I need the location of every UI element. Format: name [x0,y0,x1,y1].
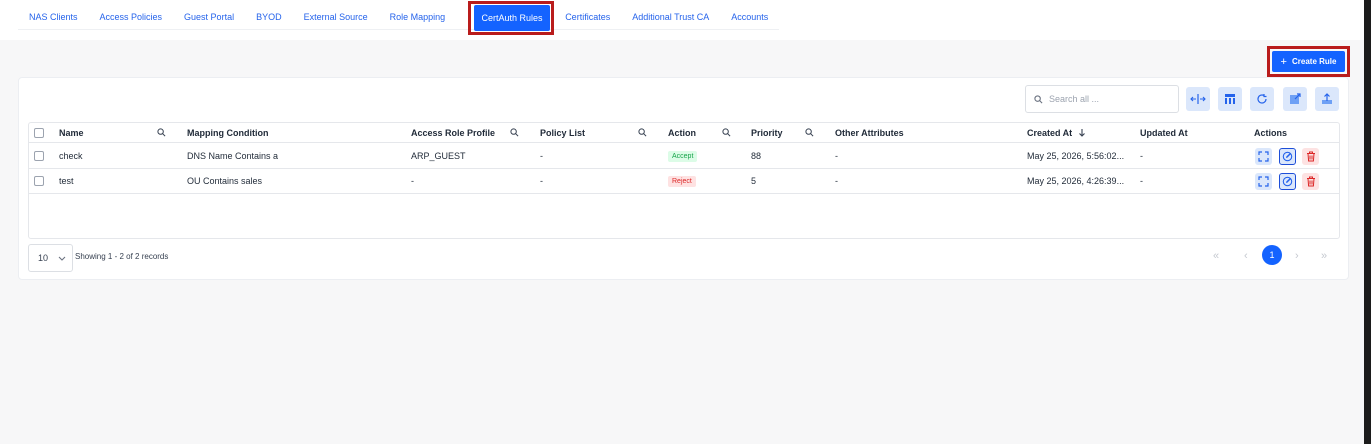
col-other-attributes[interactable]: Other Attributes [835,123,904,142]
action-badge: Reject [668,175,696,187]
col-mapping-condition[interactable]: Mapping Condition [187,123,268,142]
trash-icon [1306,151,1315,162]
cell-priority: 5 [751,176,757,186]
edit-icon [1282,151,1293,162]
cell-name: check [59,151,83,161]
search-placeholder: Search all ... [1049,94,1100,104]
first-page-icon[interactable]: « [1213,250,1219,262]
edit-button[interactable] [1279,148,1296,165]
select-all-checkbox[interactable] [34,127,44,138]
edit-button[interactable] [1279,173,1296,190]
table-row: check DNS Name Contains a ARP_GUEST - Ac… [29,144,1339,169]
cell-policy-list: - [540,176,543,186]
export-icon [1290,93,1301,104]
refresh-button[interactable] [1250,87,1274,111]
col-updated-at[interactable]: Updated At [1140,123,1188,142]
upload-icon [1322,93,1332,104]
table-row: test OU Contains sales - - Reject 5 - Ma… [29,169,1339,194]
cell-name: test [59,176,74,186]
tab-certificates[interactable]: Certificates [554,0,621,30]
next-page-icon[interactable]: › [1295,250,1299,262]
cell-policy-list: - [540,151,543,161]
col-actions: Actions [1254,127,1288,138]
tab-nas-clients[interactable]: NAS Clients [18,0,89,30]
view-button[interactable] [1255,148,1272,165]
expand-icon [1258,176,1269,187]
row-checkbox[interactable] [34,176,44,186]
role-profile-filter-icon[interactable] [510,128,519,137]
col-action[interactable]: Action [668,123,696,142]
name-filter-icon[interactable] [157,128,166,137]
cell-condition: OU Contains sales [187,176,263,186]
tab-role-mapping[interactable]: Role Mapping [379,0,457,30]
tab-additional-trust-ca[interactable]: Additional Trust CA [621,0,720,30]
window-edge [1364,0,1371,444]
search-input[interactable]: Search all ... [1025,85,1179,113]
rules-table: Name Mapping Condition Access Role Profi… [28,122,1340,239]
create-rule-button[interactable]: + Create Rule [1272,51,1345,72]
expand-icon [1258,151,1269,162]
delete-button[interactable] [1302,148,1319,165]
create-rule-label: Create Rule [1291,57,1337,66]
edit-icon [1282,176,1293,187]
col-priority[interactable]: Priority [751,123,783,142]
cell-condition: DNS Name Contains a [187,151,279,161]
cell-updated: - [1140,176,1143,186]
columns-button[interactable] [1218,87,1242,111]
cell-priority: 88 [751,151,762,161]
cell-updated: - [1140,151,1143,161]
tab-external-source[interactable]: External Source [293,0,379,30]
tab-access-policies[interactable]: Access Policies [89,0,174,30]
col-policy-list[interactable]: Policy List [540,123,585,142]
priority-filter-icon[interactable] [805,128,814,137]
search-icon [1034,94,1043,103]
export-button[interactable] [1283,87,1307,111]
cell-created: May 25, 2026, 4:26:39... [1027,176,1125,186]
cell-role-profile: ARP_GUEST [411,151,466,161]
chevron-down-icon [58,256,66,261]
page-size-select[interactable]: 10 [28,244,73,272]
tab-certauth-rules[interactable]: CertAuth Rules [474,5,550,31]
tab-accounts[interactable]: Accounts [720,0,779,30]
resize-columns-icon [1190,94,1206,104]
policy-list-filter-icon[interactable] [638,128,647,137]
row-checkbox[interactable] [34,151,44,161]
trash-icon [1306,176,1315,187]
tab-bar: NAS Clients Access Policies Guest Portal… [18,0,780,30]
cell-created: May 25, 2026, 5:56:02... [1027,151,1125,161]
sort-desc-icon [1079,129,1086,137]
refresh-icon [1257,94,1267,104]
cell-other: - [835,151,838,161]
col-created-at[interactable]: Created At [1027,123,1086,142]
page-size-value: 10 [38,253,49,263]
cell-role-profile: - [411,176,414,186]
col-access-role-profile[interactable]: Access Role Profile [411,123,495,142]
upload-button[interactable] [1315,87,1339,111]
table-header: Name Mapping Condition Access Role Profi… [29,123,1339,143]
last-page-icon[interactable]: » [1321,250,1327,262]
tab-guest-portal[interactable]: Guest Portal [173,0,245,30]
records-summary: Showing 1 - 2 of 2 records [75,252,169,261]
created-at-label: Created At [1027,127,1073,138]
columns-icon [1225,94,1235,104]
tab-byod[interactable]: BYOD [245,0,293,30]
action-filter-icon[interactable] [722,128,731,137]
col-name[interactable]: Name [59,123,84,142]
page-number-current[interactable]: 1 [1262,245,1282,265]
cell-other: - [835,176,838,186]
prev-page-icon[interactable]: ‹ [1244,250,1248,262]
view-button[interactable] [1255,173,1272,190]
plus-icon: + [1280,55,1287,68]
delete-button[interactable] [1302,173,1319,190]
action-badge: Accept [668,150,698,162]
column-resize-button[interactable] [1186,87,1210,111]
top-nav-bar: NAS Clients Access Policies Guest Portal… [0,0,1364,40]
